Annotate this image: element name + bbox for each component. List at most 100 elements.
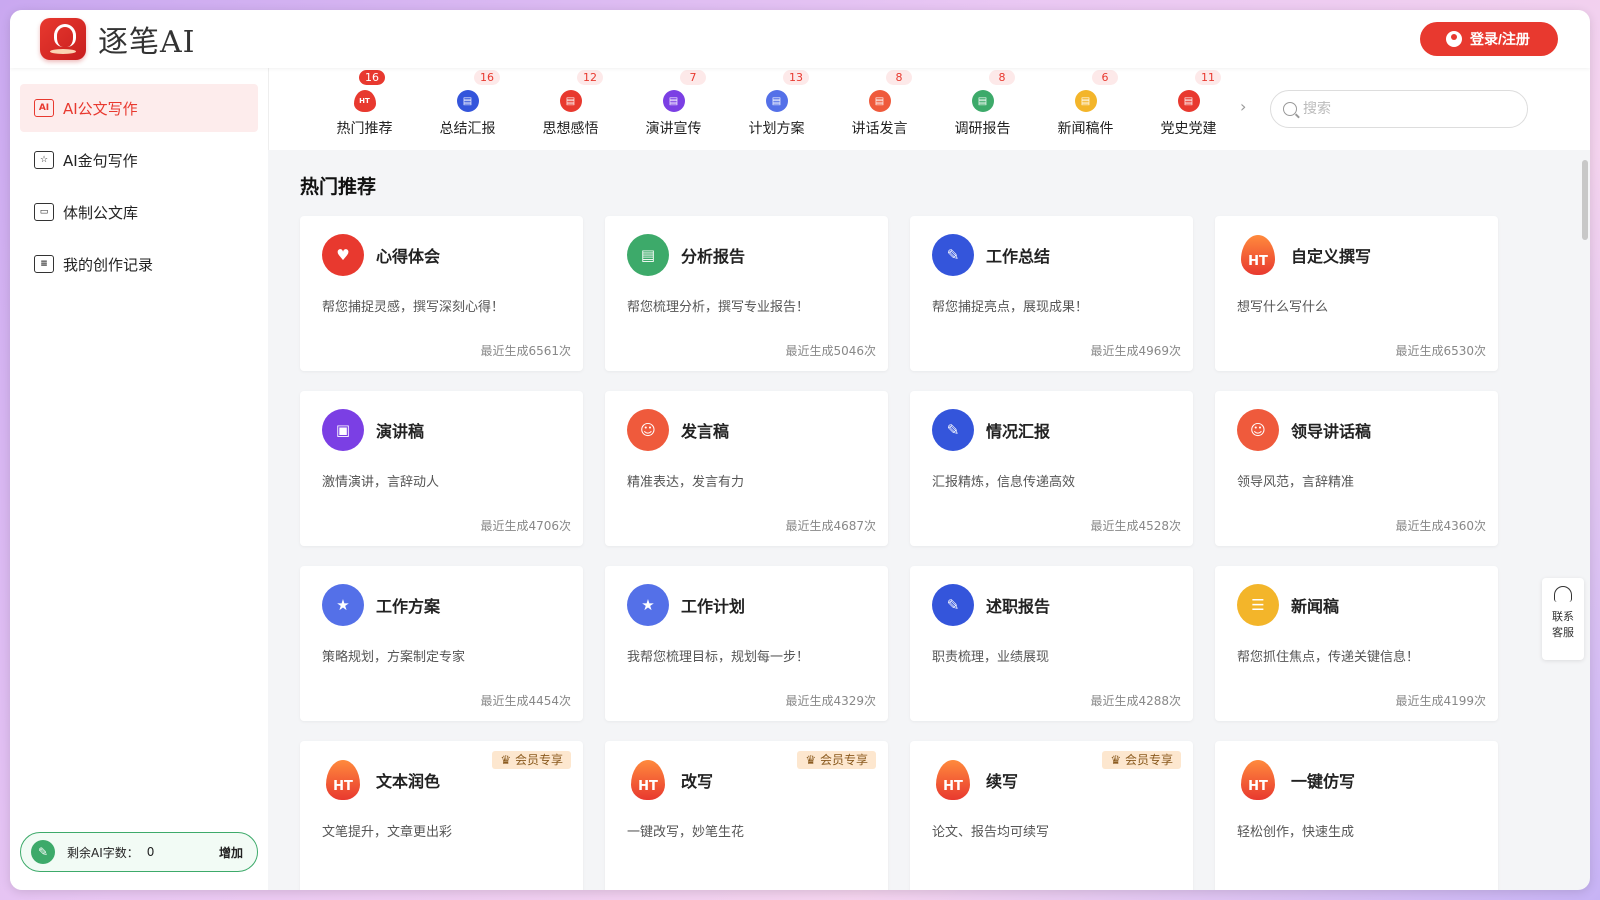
fire-icon: HT (627, 759, 669, 801)
card-usage-count: 最近生成6561次 (480, 344, 571, 358)
pen-doc-icon: ✎ (932, 234, 974, 276)
card-header: ✎ 工作总结 (932, 234, 1171, 276)
category-label: 讲话发言 (851, 121, 908, 137)
category-tab-4[interactable]: 13 ▤ 计划方案 (725, 70, 828, 138)
user-icon (1446, 31, 1463, 47)
heart-doc-icon: ▤ (559, 90, 582, 112)
fire-shape: HT (1241, 235, 1275, 275)
card-title: 分析报告 (681, 247, 746, 266)
card-title: 自定义撰写 (1291, 247, 1372, 266)
sidebar-item-0[interactable]: AI AI公文写作 (20, 84, 258, 132)
section-title: 热门推荐 (300, 176, 377, 198)
card-header: ★ 工作计划 (627, 584, 866, 626)
category-label: 热门推荐 (336, 121, 393, 137)
card-title: 心得体会 (376, 247, 441, 266)
category-tab-3[interactable]: 7 ▤ 演讲宣传 (622, 70, 725, 138)
fire-shape: HT (1241, 760, 1275, 800)
feature-card[interactable]: ♛ 会员专享 HT 续写 论文、报告均可续写 (910, 741, 1193, 890)
star-doc-icon: ☆ (34, 151, 54, 169)
feature-card[interactable]: ▤ 分析报告 帮您梳理分析，撰写专业报告！ 最近生成5046次 (605, 216, 888, 371)
card-description: 激情演讲，言辞动人 (322, 475, 440, 490)
feature-card[interactable]: ☺ 发言稿 精准表达，发言有力 最近生成4687次 (605, 391, 888, 546)
card-description: 职责梳理，业绩展现 (932, 650, 1050, 665)
pen-doc-icon: ✎ (932, 409, 974, 451)
category-tab-8[interactable]: 11 ▤ 党史党建 (1137, 70, 1240, 138)
fire-icon: HT (353, 90, 376, 112)
scrollbar[interactable] (1582, 160, 1588, 240)
card-title: 演讲稿 (376, 422, 425, 441)
sidebar-item-2[interactable]: ▭ 体制公文库 (20, 188, 258, 236)
sidebar-item-1[interactable]: ☆ AI金句写作 (20, 136, 258, 184)
feature-card[interactable]: ☰ 新闻稿 帮您抓住焦点，传递关键信息！ 最近生成4199次 (1215, 566, 1498, 721)
sidebar: AI AI公文写作 ☆ AI金句写作 ▭ 体制公文库 ≡ 我的创作记录 ✎ 剩余AI字数： 0… (10, 68, 268, 890)
card-description: 一键改写，妙笔生花 (627, 825, 745, 840)
feature-card[interactable]: HT 自定义撰写想写什么写什么最近生成6530次 (1215, 216, 1498, 371)
card-title: 领导讲话稿 (1291, 422, 1372, 441)
feature-card[interactable]: ✎ 情况汇报 汇报精炼，信息传递高效 最近生成4528次 (910, 391, 1193, 546)
fire-icon: HT (1237, 234, 1279, 276)
login-label: 登录/注册 (1470, 31, 1530, 47)
sidebar-item-label: AI金句写作 (63, 151, 138, 170)
category-tab-2[interactable]: 12 ▤ 思想感悟 (519, 70, 622, 138)
sidebar-item-3[interactable]: ≡ 我的创作记录 (20, 240, 258, 288)
card-header: ✎ 述职报告 (932, 584, 1171, 626)
sidebar-item-label: 体制公文库 (63, 203, 139, 222)
feature-card[interactable]: ♥ 心得体会 帮您捕捉灵感，撰写深刻心得！ 最近生成6561次 (300, 216, 583, 371)
feature-card[interactable]: ♛ 会员专享 HT 文本润色 文笔提升，文章更出彩 (300, 741, 583, 890)
card-usage-count: 最近生成6530次 (1395, 344, 1486, 358)
folder-icon: ▭ (34, 203, 54, 221)
speaker-icon: ☺ (1237, 409, 1279, 451)
card-title: 新闻稿 (1291, 597, 1340, 616)
customer-service-button[interactable]: 联系 客服 (1542, 578, 1584, 660)
card-description: 轻松创作，快速生成 (1237, 825, 1355, 840)
category-tab-1[interactable]: 16 ▤ 总结汇报 (416, 70, 519, 138)
quota-bar: ✎ 剩余AI字数： 0 增加 (20, 832, 258, 872)
quota-add-button[interactable]: 增加 (219, 844, 243, 861)
login-button[interactable]: 登录/注册 (1420, 22, 1558, 56)
card-title: 工作方案 (376, 597, 441, 616)
category-tab-0[interactable]: 16 HT 热门推荐 (313, 70, 416, 138)
feature-card[interactable]: ★ 工作方案 策略规划，方案制定专家 最近生成4454次 (300, 566, 583, 721)
feature-card[interactable]: ♛ 会员专享 HT 改写 一键改写，妙笔生花 (605, 741, 888, 890)
feature-card[interactable]: HT 一键仿写轻松创作，快速生成 (1215, 741, 1498, 890)
feature-card[interactable]: ✎ 述职报告 职责梳理，业绩展现 最近生成4288次 (910, 566, 1193, 721)
category-count-badge: 8 (886, 70, 912, 85)
service-line2: 客服 (1552, 626, 1574, 639)
card-title: 一键仿写 (1291, 772, 1356, 791)
card-header: ☰ 新闻稿 (1237, 584, 1476, 626)
feature-card[interactable]: ▣ 演讲稿 激情演讲，言辞动人 最近生成4706次 (300, 391, 583, 546)
card-usage-count: 最近生成4454次 (480, 694, 571, 708)
speaker-icon: ▤ (868, 90, 891, 112)
card-header: ☺ 发言稿 (627, 409, 866, 451)
feature-card[interactable]: ★ 工作计划 我帮您梳理目标，规划每一步！ 最近生成4329次 (605, 566, 888, 721)
logo[interactable]: 逐笔AI (40, 17, 196, 61)
speaker-icon: ☺ (627, 409, 669, 451)
category-label: 党史党建 (1160, 121, 1217, 137)
category-tab-6[interactable]: 8 ▤ 调研报告 (931, 70, 1034, 138)
logo-icon (40, 18, 86, 60)
app-name: 逐笔AI (98, 25, 196, 60)
card-description: 想写什么写什么 (1237, 300, 1329, 315)
feature-card[interactable]: ✎ 工作总结 帮您捕捉亮点，展现成果！ 最近生成4969次 (910, 216, 1193, 371)
fire-icon: HT (1237, 759, 1279, 801)
category-label: 思想感悟 (542, 121, 599, 137)
fire-icon: HT (932, 759, 974, 801)
card-description: 帮您捕捉亮点，展现成果！ (932, 300, 1089, 315)
search-box[interactable] (1270, 90, 1528, 128)
category-count-badge: 8 (989, 70, 1015, 85)
card-description: 精准表达，发言有力 (627, 475, 745, 490)
card-usage-count: 最近生成4706次 (480, 519, 571, 533)
feature-card[interactable]: ☺ 领导讲话稿 领导风范，言辞精准 最近生成4360次 (1215, 391, 1498, 546)
category-count-badge: 12 (577, 70, 603, 85)
card-description: 文笔提升，文章更出彩 (322, 825, 453, 840)
category-tab-7[interactable]: 6 ▤ 新闻稿件 (1034, 70, 1137, 138)
sidebar-item-label: AI公文写作 (63, 99, 138, 118)
card-usage-count: 最近生成4528次 (1090, 519, 1181, 533)
category-tab-5[interactable]: 8 ▤ 讲话发言 (828, 70, 931, 138)
search-input[interactable] (1303, 101, 1503, 117)
card-header: HT 自定义撰写 (1237, 234, 1476, 276)
top-header: 逐笔AI 登录/注册 (10, 10, 1590, 68)
app-window: 逐笔AI 登录/注册 AI AI公文写作 ☆ AI金句写作 ▭ 体制公文库 ≡ 我的创作记录 … (10, 10, 1590, 890)
news-icon: ▤ (1074, 90, 1097, 112)
chevron-right-icon[interactable]: › (1240, 97, 1264, 116)
